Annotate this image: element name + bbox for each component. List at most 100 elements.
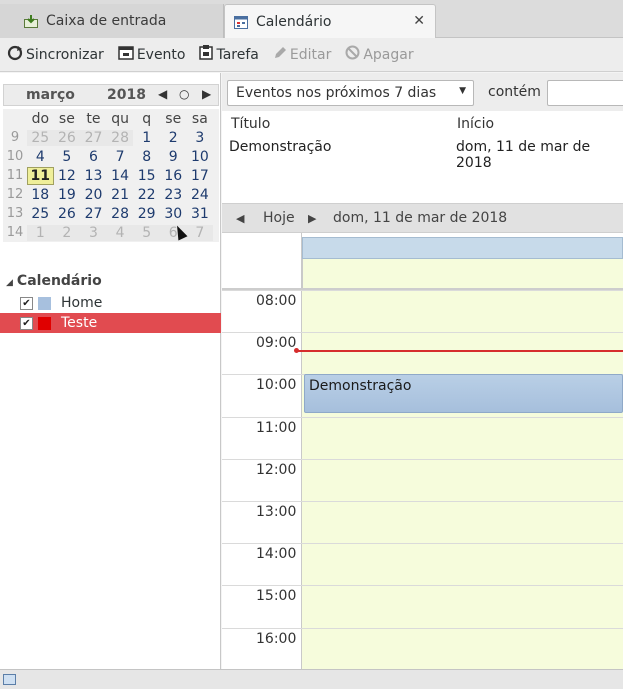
calendar-item-teste[interactable]: ✔ Teste xyxy=(0,313,221,333)
tab-inbox[interactable]: Caixa de entrada xyxy=(0,4,224,38)
minical-day[interactable]: 9 xyxy=(160,149,187,165)
minical-day[interactable]: 16 xyxy=(160,168,187,184)
calendar-item-label: Home xyxy=(61,295,103,311)
minical-day[interactable]: 3 xyxy=(80,224,107,241)
event-block-demonstracao[interactable]: Demonstração xyxy=(304,374,623,413)
minical-day[interactable]: 28 xyxy=(107,206,134,222)
minical-day[interactable]: 12 xyxy=(54,168,81,184)
minical-today-icon[interactable]: ○ xyxy=(179,87,189,101)
minical-day[interactable]: 19 xyxy=(54,187,81,203)
calendar-item-home[interactable]: ✔ Home xyxy=(0,293,221,313)
minical-day[interactable]: 24 xyxy=(187,187,214,203)
minical-day[interactable]: 14 xyxy=(107,168,134,184)
close-tab-icon[interactable]: ✕ xyxy=(413,13,425,29)
prev-day-icon[interactable]: ◀ xyxy=(236,212,244,225)
minical-day[interactable]: 28 xyxy=(106,129,134,146)
new-event-label: Evento xyxy=(136,46,186,63)
minical-day[interactable]: 4 xyxy=(106,224,134,241)
minical-day[interactable]: 20 xyxy=(80,187,107,203)
column-header-title[interactable]: Título xyxy=(231,116,270,132)
minical-week-number: 12 xyxy=(6,187,24,202)
day-nav-date: dom, 11 de mar de 2018 xyxy=(333,210,508,226)
minical-day[interactable]: 2 xyxy=(53,224,81,241)
search-input[interactable] xyxy=(547,80,623,106)
minical-day[interactable]: 7 xyxy=(186,224,214,241)
edit-button[interactable]: Editar xyxy=(273,46,331,64)
minical-header: março 2018 ◀ ○ ▶ xyxy=(3,84,219,106)
hour-label: 10:00 xyxy=(256,377,297,394)
minical-week-number: 9 xyxy=(10,130,20,145)
hour-line xyxy=(222,627,623,629)
minical-day[interactable]: 5 xyxy=(54,149,81,165)
minical-day[interactable]: 31 xyxy=(187,206,214,222)
hour-line xyxy=(222,543,623,545)
event-filter-value: Eventos nos próximos 7 dias xyxy=(236,85,437,101)
minical-prev-icon[interactable]: ◀ xyxy=(158,87,167,101)
hour-label: 13:00 xyxy=(256,504,297,520)
minical-day[interactable]: 22 xyxy=(133,187,160,203)
delete-button[interactable]: Apagar xyxy=(345,45,414,64)
minical-year[interactable]: 2018 xyxy=(107,87,146,103)
pencil-icon xyxy=(273,46,287,64)
minical-day[interactable]: 17 xyxy=(187,168,214,184)
home-checkbox[interactable]: ✔ xyxy=(20,296,33,310)
minical-weekday: q xyxy=(142,110,152,127)
teste-checkbox[interactable]: ✔ xyxy=(20,316,33,330)
calendar-item-label: Teste xyxy=(61,315,98,331)
minical-day[interactable]: 26 xyxy=(54,206,81,222)
hour-label: 08:00 xyxy=(256,293,297,309)
day-nav-bar: ◀ Hoje ▶ dom, 11 de mar de 2018 xyxy=(222,203,623,233)
sync-button[interactable]: Sincronizar xyxy=(7,45,104,65)
minical-weekday: qu xyxy=(111,110,129,127)
next-day-icon[interactable]: ▶ xyxy=(308,212,316,225)
hour-label: 09:00 xyxy=(256,335,297,352)
column-header-start[interactable]: Início xyxy=(457,116,494,132)
event-filter-select[interactable]: Eventos nos próximos 7 dias ▼ xyxy=(227,80,474,106)
minical-day[interactable]: 3 xyxy=(187,130,214,146)
new-task-button[interactable]: Tarefa xyxy=(199,45,259,64)
minical-day[interactable]: 18 xyxy=(27,187,54,203)
day-column-header[interactable] xyxy=(302,237,623,259)
minical-week-number: 13 xyxy=(6,206,24,221)
minical-day[interactable]: 2 xyxy=(160,130,187,146)
minical-day[interactable]: 25 xyxy=(27,206,54,222)
hour-line xyxy=(222,332,623,334)
minical-week-row: 13 25 26 27 28 29 30 31 xyxy=(3,204,219,223)
minical-day[interactable]: 15 xyxy=(133,168,160,184)
minical-day[interactable]: 26 xyxy=(53,129,81,146)
minical-day[interactable]: 11 xyxy=(27,166,54,185)
minical-day[interactable]: 1 xyxy=(27,224,54,241)
minical-week-row: 9 25 26 27 28 1 2 3 xyxy=(3,128,219,147)
minical-day[interactable]: 29 xyxy=(133,206,160,222)
minical-day[interactable]: 21 xyxy=(107,187,134,203)
minical-day[interactable]: 8 xyxy=(133,149,160,165)
minical-day[interactable]: 1 xyxy=(133,130,160,146)
all-day-area[interactable] xyxy=(302,259,623,289)
minical-next-icon[interactable]: ▶ xyxy=(202,87,211,101)
hour-label: 11:00 xyxy=(256,419,297,436)
minical-week-row: 12 18 19 20 21 22 23 24 xyxy=(3,185,219,204)
minical-day[interactable]: 27 xyxy=(80,206,107,222)
hour-grid[interactable] xyxy=(302,290,623,669)
minical-day[interactable]: 5 xyxy=(133,224,160,241)
minical-day[interactable]: 7 xyxy=(107,149,134,165)
minical-day[interactable]: 25 xyxy=(27,129,54,146)
minical-day[interactable]: 27 xyxy=(80,129,107,146)
minical-week-row: 11 11 12 13 14 15 16 17 xyxy=(3,166,219,185)
minical-day[interactable]: 10 xyxy=(187,149,214,165)
minical-month[interactable]: março xyxy=(26,87,75,103)
minical-day[interactable]: 4 xyxy=(27,149,54,165)
sync-icon xyxy=(7,45,23,65)
new-event-button[interactable]: Evento xyxy=(118,45,186,64)
minical-day[interactable]: 13 xyxy=(80,168,107,184)
hour-line xyxy=(222,458,623,460)
hour-label: 12:00 xyxy=(256,461,297,478)
tab-calendar[interactable]: Calendário ✕ xyxy=(224,4,436,39)
minical-day[interactable]: 23 xyxy=(160,187,187,203)
minical-day[interactable]: 6 xyxy=(80,149,107,165)
today-button[interactable]: Hoje xyxy=(263,210,295,226)
minical-day[interactable]: 30 xyxy=(160,206,187,222)
hour-label: 16:00 xyxy=(256,630,297,647)
minical-week-row: 14 1 2 3 4 5 6 7 xyxy=(3,223,219,242)
calendar-list-heading[interactable]: ◢ Calendário xyxy=(6,273,102,289)
